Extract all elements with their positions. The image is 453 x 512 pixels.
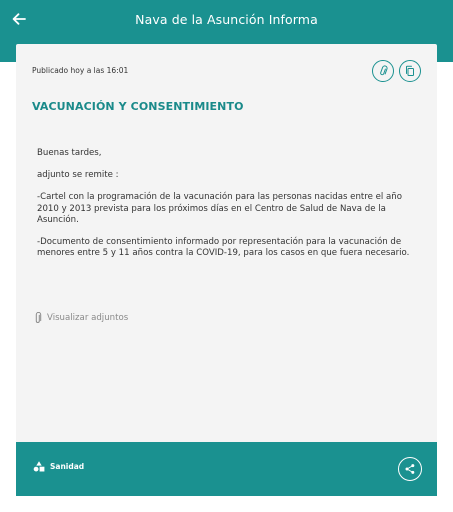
body-greeting: Buenas tardes, [37, 148, 102, 158]
body-item-documento: -Documento de consentimiento informado p… [37, 237, 410, 259]
card-footer: Sanidad [16, 442, 437, 496]
share-button[interactable] [398, 457, 422, 481]
arrow-left-icon [12, 13, 26, 25]
copy-icon [406, 65, 414, 76]
shapes-icon [33, 461, 45, 472]
app-title: Nava de la Asunción Informa [135, 11, 318, 27]
published-timestamp: Publicado hoy a las 16:01 [32, 66, 129, 75]
copy-button[interactable] [399, 60, 421, 82]
app-bar: Nava de la Asunción Informa [0, 0, 453, 38]
news-card: Publicado hoy a las 16:01 VACUNACIÓN Y C… [16, 44, 437, 496]
view-attachments-link[interactable]: Visualizar adjuntos [33, 312, 128, 324]
post-body: Buenas tardes, adjunto se remite : -Cart… [37, 148, 417, 259]
post-title: VACUNACIÓN Y CONSENTIMIENTO [32, 100, 244, 113]
body-intro: adjunto se remite : [37, 170, 119, 181]
paperclip-icon [35, 312, 42, 323]
category-tag: Sanidad [33, 461, 84, 472]
category-label: Sanidad [50, 462, 85, 471]
body-item-cartel: -Cartel con la programación de la vacuna… [37, 192, 403, 225]
paperclip-icon [380, 65, 388, 76]
share-icon [405, 464, 415, 474]
attachments-button[interactable] [372, 60, 394, 82]
attachments-label: Visualizar adjuntos [47, 313, 129, 323]
back-button[interactable] [8, 8, 30, 30]
